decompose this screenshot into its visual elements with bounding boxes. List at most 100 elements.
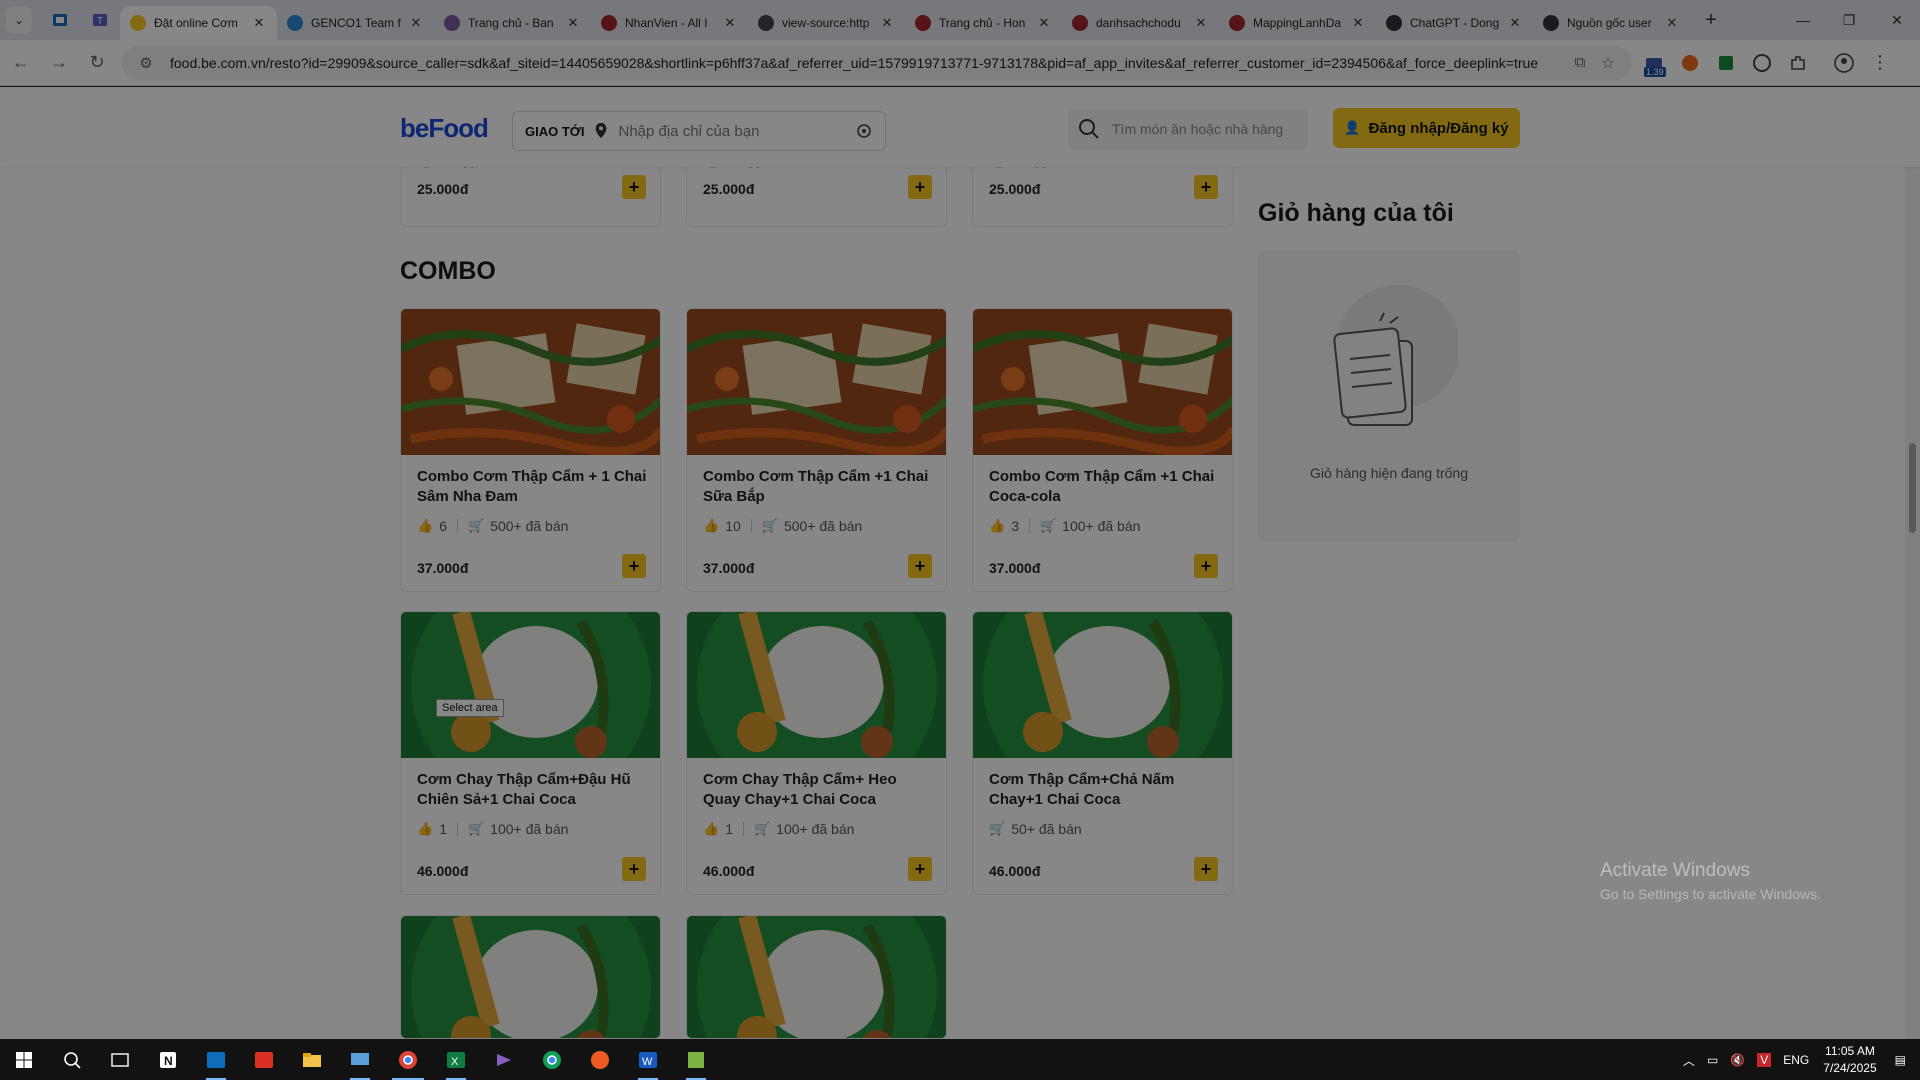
visual-studio-icon[interactable]: [480, 1040, 528, 1080]
add-to-cart-button[interactable]: +: [908, 554, 932, 578]
item-name[interactable]: Combo Cơm Thập Cẩm + 1 Chai Sâm Nha Đam: [417, 467, 647, 507]
notion-icon[interactable]: N: [144, 1040, 192, 1080]
tray-chevron-icon[interactable]: ︿: [1683, 1052, 1695, 1069]
postman-icon[interactable]: [576, 1040, 624, 1080]
login-register-button[interactable]: 👤 Đăng nhập/Đăng ký: [1333, 108, 1520, 148]
menu-item-card[interactable]: Combo Cơm Thập Cẩm +1 Chai Coca-cola 👍 3 🛒 1…: [972, 308, 1233, 592]
browser-tab[interactable]: GENCO1 Team f ✕: [277, 6, 434, 40]
cart-icon: 🛒: [1039, 518, 1057, 533]
item-name[interactable]: Combo Cơm Thập Cẩm +1 Chai Coca-cola: [989, 467, 1219, 507]
task-view-icon[interactable]: [96, 1040, 144, 1080]
scrollbar-thumb[interactable]: [1909, 443, 1916, 533]
extension-orange-icon[interactable]: [1676, 49, 1704, 77]
menu-item-card-partial[interactable]: [686, 915, 947, 1039]
minimize-button[interactable]: —: [1780, 0, 1826, 40]
tab-close-icon[interactable]: ✕: [1664, 15, 1680, 31]
food-search-input[interactable]: Tìm món ăn hoặc nhà hàng: [1068, 109, 1308, 149]
tab-close-icon[interactable]: ✕: [1036, 15, 1052, 31]
item-price: 25.000đ: [703, 181, 755, 197]
menu-item-card-partial[interactable]: [400, 915, 661, 1039]
pinned-tab-outlook[interactable]: [40, 4, 80, 36]
menu-item-card[interactable]: Combo Cơm Thập Cẩm +1 Chai Sữa Bắp 👍 10 🛒 50…: [686, 308, 947, 592]
excel-icon[interactable]: X: [432, 1040, 480, 1080]
notepad-plus-icon[interactable]: [672, 1040, 720, 1080]
tab-close-icon[interactable]: ✕: [1507, 15, 1523, 31]
tab-close-icon[interactable]: ✕: [251, 15, 267, 31]
add-to-cart-button[interactable]: +: [1194, 175, 1218, 199]
browser-tab[interactable]: danhsachchodu ✕: [1062, 6, 1219, 40]
menu-kebab-icon[interactable]: ⋮: [1866, 49, 1894, 77]
volume-muted-icon[interactable]: 🔇: [1730, 1053, 1745, 1067]
bookmark-star-icon[interactable]: ☆: [1594, 49, 1622, 77]
anydesk-icon[interactable]: [240, 1040, 288, 1080]
outlook-taskbar-icon[interactable]: [192, 1040, 240, 1080]
extensions-puzzle-icon[interactable]: [1784, 49, 1812, 77]
notifications-icon[interactable]: ▤: [1895, 1053, 1906, 1067]
menu-item-card[interactable]: Cơm Chay Thập Cẩm+ Heo Quay Chay+1 Chai …: [686, 611, 947, 895]
add-to-cart-button[interactable]: +: [622, 857, 646, 881]
menu-item-card[interactable]: Cơm Thập Cẩm+Chả Nấm Chay+1 Chai Coca 🛒 50…: [972, 611, 1233, 895]
extension-toolbox-icon[interactable]: 1.39: [1640, 49, 1668, 77]
item-name[interactable]: Cơm Thập Cẩm+Chả Nấm Chay+1 Chai Coca: [989, 770, 1219, 810]
language-indicator[interactable]: ENG: [1783, 1053, 1809, 1067]
browser-tab[interactable]: view-source:http ✕: [748, 6, 905, 40]
tab-title: Trang chủ - Ban: [468, 16, 554, 30]
add-to-cart-button[interactable]: +: [622, 175, 646, 199]
locate-me-icon[interactable]: [855, 122, 873, 140]
add-to-cart-button[interactable]: +: [908, 857, 932, 881]
start-button[interactable]: [0, 1040, 48, 1080]
item-name[interactable]: Cơm Chay Thập Cẩm+Đậu Hũ Chiên Sả+1 Chai…: [417, 770, 647, 810]
tab-close-icon[interactable]: ✕: [1193, 15, 1209, 31]
tab-close-icon[interactable]: ✕: [1350, 15, 1366, 31]
tray-app-v-icon[interactable]: V: [1757, 1053, 1772, 1067]
browser-tab[interactable]: Nguồn gốc user ✕: [1533, 6, 1690, 40]
pinned-tab-teams[interactable]: T: [80, 4, 120, 36]
word-icon[interactable]: W: [624, 1040, 672, 1080]
browser-tab[interactable]: ChatGPT - Dong ✕: [1376, 6, 1533, 40]
extension-green-icon[interactable]: [1712, 49, 1740, 77]
browser-tab[interactable]: NhanVien - All I ✕: [591, 6, 748, 40]
chrome-secondary-icon[interactable]: [528, 1040, 576, 1080]
browser-tab[interactable]: Trang chủ - Ban ✕: [434, 6, 591, 40]
file-explorer-icon[interactable]: [288, 1040, 336, 1080]
tab-search-icon[interactable]: ⌄: [6, 7, 32, 33]
remote-desktop-icon[interactable]: [336, 1040, 384, 1080]
site-info-icon[interactable]: ⚙: [132, 49, 160, 77]
clock[interactable]: 11:05 AM 7/24/2025: [1823, 1043, 1876, 1077]
page-scrollbar[interactable]: [1905, 87, 1920, 1039]
taskbar-search-icon[interactable]: [48, 1040, 96, 1080]
empty-cart-illustration-icon: [1333, 285, 1458, 426]
add-to-cart-button[interactable]: +: [1194, 857, 1218, 881]
browser-tab[interactable]: Đặt online Cơm ✕: [120, 6, 277, 40]
tab-close-icon[interactable]: ✕: [565, 15, 581, 31]
tab-close-icon[interactable]: ✕: [879, 15, 895, 31]
address-bar[interactable]: ⚙ food.be.com.vn/resto?id=29909&source_c…: [122, 45, 1632, 80]
search-placeholder[interactable]: Tìm món ăn hoặc nhà hàng: [1112, 121, 1283, 137]
add-to-cart-button[interactable]: +: [1194, 554, 1218, 578]
chrome-taskbar-icon[interactable]: [384, 1040, 432, 1080]
restore-button[interactable]: ❐: [1826, 0, 1872, 40]
tab-close-icon[interactable]: ✕: [722, 15, 738, 31]
address-placeholder[interactable]: Nhập địa chỉ của bạn: [618, 123, 855, 140]
item-name[interactable]: Combo Cơm Thập Cẩm +1 Chai Sữa Bắp: [703, 467, 933, 507]
close-window-button[interactable]: ✕: [1874, 0, 1920, 40]
forward-button[interactable]: →: [42, 46, 76, 80]
install-app-icon[interactable]: ⧉: [1566, 49, 1594, 77]
browser-tab[interactable]: MappingLanhDa ✕: [1219, 6, 1376, 40]
menu-item-card[interactable]: Combo Cơm Thập Cẩm + 1 Chai Sâm Nha Đam 👍…: [400, 308, 661, 592]
reload-button[interactable]: ↻: [80, 46, 114, 80]
url-text[interactable]: food.be.com.vn/resto?id=29909&source_cal…: [170, 55, 1566, 71]
extension-shield-icon[interactable]: [1748, 49, 1776, 77]
tab-close-icon[interactable]: ✕: [408, 15, 424, 31]
menu-item-card[interactable]: Cơm Chay Thập Cẩm+Đậu Hũ Chiên Sả+1 Chai…: [400, 611, 661, 895]
browser-tab[interactable]: Trang chủ - Hon ✕: [905, 6, 1062, 40]
add-to-cart-button[interactable]: +: [622, 554, 646, 578]
new-tab-button[interactable]: +: [1696, 5, 1726, 35]
befood-logo[interactable]: beFood: [400, 113, 489, 144]
profile-icon[interactable]: [1830, 49, 1858, 77]
delivery-address-field[interactable]: GIAO TỚI Nhập địa chỉ của bạn: [512, 111, 886, 151]
network-icon[interactable]: ▭: [1707, 1053, 1718, 1067]
add-to-cart-button[interactable]: +: [908, 175, 932, 199]
item-name[interactable]: Cơm Chay Thập Cẩm+ Heo Quay Chay+1 Chai …: [703, 770, 933, 810]
back-button[interactable]: ←: [4, 46, 38, 80]
